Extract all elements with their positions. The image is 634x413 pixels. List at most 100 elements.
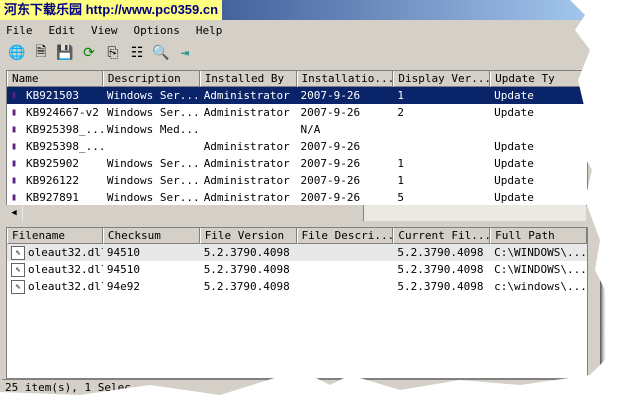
list-row[interactable]: ▮ KB925398_... Windows Med... N/A [7, 121, 587, 138]
updates-list[interactable]: Name Description Installed By Installati… [6, 70, 588, 206]
list-row[interactable]: ▮ KB924667-v2 Windows Ser... Administrator 2… [7, 104, 587, 121]
cell-text: 94510 [106, 263, 140, 276]
horizontal-scrollbar[interactable]: ◀ [6, 205, 586, 221]
col-file-description[interactable]: File Descri... [296, 228, 394, 244]
cell [297, 261, 394, 278]
cell: Windows Ser... [103, 172, 200, 189]
cell: 1 [393, 155, 490, 172]
cell-text: Windows Ser... [106, 89, 200, 102]
cell: 94510 [103, 244, 200, 261]
list-row[interactable]: ▮ KB927891 Windows Ser... Administrator 2007… [7, 189, 587, 205]
col-installed-by[interactable]: Installed By [199, 71, 297, 87]
cell [490, 121, 587, 138]
cell: ✎ oleaut32.dll [7, 278, 103, 295]
cell-text: 1 [397, 89, 404, 102]
list-row[interactable]: ✎ oleaut32.dll 94e92 5.2.3790.4098 5.2.3790.… [7, 278, 587, 295]
app-window: 河东下载乐园 http://www.pc0359.cn File Edit Vi… [0, 0, 600, 395]
list-row[interactable]: ✎ oleaut32.dll 94510 5.2.3790.4098 5.2.3790.… [7, 244, 587, 261]
cell: 5.2.3790.4098 [200, 278, 297, 295]
list-row[interactable]: ✎ oleaut32.dll 94510 5.2.3790.4098 5.2.3790.… [7, 261, 587, 278]
document-icon[interactable]: 🗎 [32, 44, 50, 62]
cell: Windows Ser... [103, 189, 200, 205]
menu-view[interactable]: View [89, 22, 120, 39]
cell-text: Windows Ser... [106, 106, 200, 119]
update-package-icon: ▮ [11, 124, 18, 135]
cell-text: Update [494, 89, 534, 102]
menu-options[interactable]: Options [132, 22, 182, 39]
cell: Administrator [200, 172, 297, 189]
col-display-version[interactable]: Display Ver... [393, 71, 491, 87]
list-row[interactable]: ▮ KB925398_... Administrator 2007-9-26 Updat… [7, 138, 587, 155]
file-icon: ✎ [11, 263, 25, 277]
col-update-type[interactable]: Update Ty [490, 71, 587, 87]
cell: ▮ KB925902 [7, 155, 103, 172]
cell: 2 [393, 104, 490, 121]
copy-icon[interactable]: ⎘ [104, 44, 122, 62]
cell: Windows Ser... [103, 87, 200, 104]
cell-text: KB921503 [26, 89, 79, 102]
find-icon[interactable]: 🔍 [152, 44, 170, 62]
files-list[interactable]: Filename Checksum File Version File Desc… [6, 227, 588, 379]
cell-text: 5.2.3790.4098 [203, 246, 290, 259]
cell: 5 [393, 189, 490, 205]
cell-text: Administrator [203, 106, 290, 119]
cell-text: c:\windows\... [494, 280, 587, 293]
cell-text: 2007-9-26 [300, 106, 361, 119]
cell-text: 5.2.3790.4098 [397, 280, 484, 293]
cell: N/A [297, 121, 394, 138]
cell-text: KB924667-v2 [26, 106, 99, 119]
cell: Update [490, 172, 587, 189]
refresh-icon[interactable]: ⟳ [80, 44, 98, 62]
cell [200, 121, 297, 138]
cell-text: KB926122 [26, 174, 79, 187]
cell: ▮ KB925398_... [7, 138, 103, 155]
cell-text: 5 [397, 191, 404, 204]
menu-file[interactable]: File [4, 22, 35, 39]
scroll-thumb[interactable] [23, 205, 364, 221]
cell-text: KB925398_... [26, 140, 103, 153]
menu-help[interactable]: Help [194, 22, 225, 39]
cell-text: Administrator [203, 174, 290, 187]
exit-icon[interactable]: ⇥ [176, 44, 194, 62]
col-full-path[interactable]: Full Path [490, 228, 587, 244]
col-name[interactable]: Name [7, 71, 103, 87]
scroll-left-icon[interactable]: ◀ [6, 205, 22, 221]
cell-text: 5.2.3790.4098 [203, 280, 290, 293]
cell: 2007-9-26 [297, 138, 394, 155]
files-header: Filename Checksum File Version File Desc… [7, 228, 587, 244]
col-installation[interactable]: Installatio... [296, 71, 394, 87]
cell: ✎ oleaut32.dll [7, 261, 103, 278]
col-filename[interactable]: Filename [7, 228, 103, 244]
menu-edit[interactable]: Edit [47, 22, 78, 39]
cell [393, 121, 490, 138]
properties-icon[interactable]: ☷ [128, 44, 146, 62]
list-row[interactable]: ▮ KB925902 Windows Ser... Administrator 2007… [7, 155, 587, 172]
cell-text: Administrator [203, 140, 290, 153]
cell [297, 244, 394, 261]
cell: 5.2.3790.4098 [200, 261, 297, 278]
globe-icon[interactable]: 🌐 [8, 44, 26, 62]
cell: Administrator [200, 155, 297, 172]
update-package-icon: ▮ [11, 107, 18, 118]
col-file-version[interactable]: File Version [199, 228, 297, 244]
cell: ✎ oleaut32.dll [7, 244, 103, 261]
list-row[interactable]: ▮ KB926122 Windows Ser... Administrator 2007… [7, 172, 587, 189]
cell-text: N/A [300, 123, 321, 136]
update-package-icon: ▮ [11, 158, 18, 169]
cell-text: KB925398_... [26, 123, 103, 136]
col-current-file[interactable]: Current Fil... [393, 228, 491, 244]
toolbar: 🌐 🗎 💾 ⟳ ⎘ ☷ 🔍 ⇥ [8, 44, 194, 62]
cell: ▮ KB924667-v2 [7, 104, 103, 121]
cell: 5.2.3790.4098 [393, 261, 490, 278]
cell: Windows Med... [103, 121, 200, 138]
list-row[interactable]: ▮ KB921503 Windows Ser... Administrator 2007… [7, 87, 587, 104]
col-checksum[interactable]: Checksum [102, 228, 200, 244]
cell: 2007-9-26 [297, 87, 394, 104]
cell: 2007-9-26 [297, 172, 394, 189]
menu-bar: File Edit View Options Help [4, 22, 224, 39]
update-package-icon: ▮ [11, 141, 18, 152]
col-description[interactable]: Description [102, 71, 200, 87]
save-icon[interactable]: 💾 [56, 44, 74, 62]
cell-text: Administrator [203, 191, 290, 204]
cell: Update [490, 189, 587, 205]
